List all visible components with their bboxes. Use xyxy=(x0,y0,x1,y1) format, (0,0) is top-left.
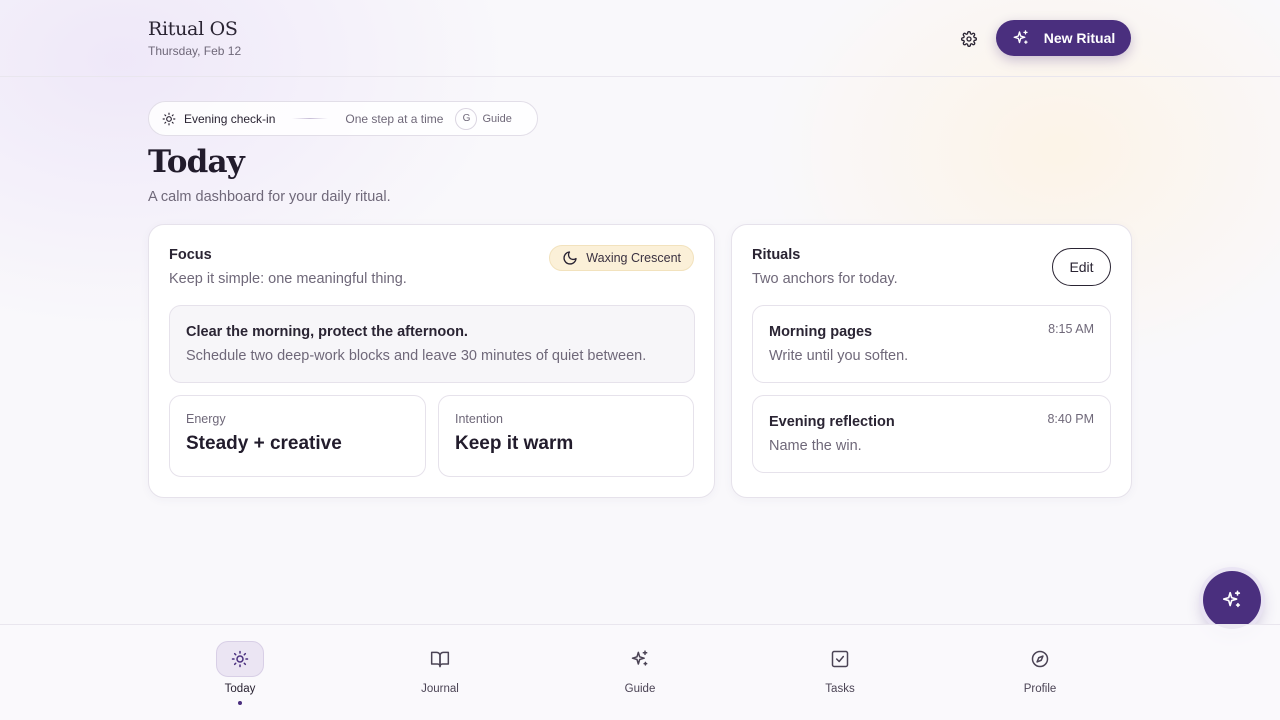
moon-phase-badge: Waxing Crescent xyxy=(549,245,694,271)
nav-item-profile[interactable]: Profile xyxy=(980,641,1100,709)
shortcut-label: Guide xyxy=(482,112,512,125)
guide-fab[interactable] xyxy=(1203,571,1261,629)
book-icon xyxy=(416,641,464,677)
energy-label: Energy xyxy=(186,412,226,426)
rituals-title: Rituals xyxy=(752,247,801,263)
focus-detail-text: Schedule two deep-work blocks and leave … xyxy=(186,348,647,364)
focus-title: Focus xyxy=(169,247,212,263)
sun-icon xyxy=(162,112,176,126)
bottom-nav: Today Journal Guide Tasks Profile xyxy=(0,624,1280,720)
rituals-card: Rituals Two anchors for today. Edit Morn… xyxy=(731,224,1132,498)
ritual-time: 8:15 AM xyxy=(1048,322,1094,336)
app-title: Ritual OS xyxy=(148,18,238,40)
energy-value: Steady + creative xyxy=(186,433,342,454)
ritual-name: Evening reflection xyxy=(769,414,895,430)
intention-stat: Intention Keep it warm xyxy=(438,395,694,477)
nav-label: Guide xyxy=(624,683,656,695)
edit-rituals-button[interactable]: Edit xyxy=(1052,248,1111,286)
focus-card: Focus Keep it simple: one meaningful thi… xyxy=(148,224,715,498)
nav-item-tasks[interactable]: Tasks xyxy=(780,641,900,709)
evening-checkin-pill[interactable]: Evening check-in One step at a time G Gu… xyxy=(148,101,538,136)
moon-phase-label: Waxing Crescent xyxy=(586,251,681,265)
sparkles-icon xyxy=(1222,590,1241,608)
focus-main-text: Clear the morning, protect the afternoon… xyxy=(186,324,468,340)
ritual-item[interactable]: Morning pages Write until you soften. 8:… xyxy=(752,305,1111,383)
focus-subtitle: Keep it simple: one meaningful thing. xyxy=(169,271,407,287)
top-bar: Ritual OS Thursday, Feb 12 New Ritual xyxy=(0,0,1280,77)
shortcut-key: G xyxy=(455,107,478,130)
ritual-item[interactable]: Evening reflection Name the win. 8:40 PM xyxy=(752,395,1111,473)
nav-label: Today xyxy=(224,683,256,695)
nav-label: Tasks xyxy=(825,683,855,695)
nav-item-today[interactable]: Today xyxy=(180,641,300,709)
page-subtitle: A calm dashboard for your daily ritual. xyxy=(148,189,391,205)
current-date: Thursday, Feb 12 xyxy=(148,44,242,58)
nav-item-journal[interactable]: Journal xyxy=(380,641,500,709)
checkbox-icon xyxy=(816,641,864,677)
settings-button[interactable] xyxy=(956,26,982,52)
checkin-subtitle: One step at a time xyxy=(345,111,444,126)
checkin-label: Evening check-in xyxy=(184,111,276,126)
intention-label: Intention xyxy=(455,412,503,426)
focus-item[interactable]: Clear the morning, protect the afternoon… xyxy=(169,305,695,383)
sparkles-icon xyxy=(1013,30,1028,44)
energy-stat: Energy Steady + creative xyxy=(169,395,426,477)
rituals-subtitle: Two anchors for today. xyxy=(752,271,898,287)
sun-icon xyxy=(216,641,264,677)
ritual-name: Morning pages xyxy=(769,324,873,340)
moon-icon xyxy=(563,251,577,265)
ritual-note: Name the win. xyxy=(769,438,862,454)
pill-divider xyxy=(292,118,329,119)
new-ritual-button[interactable]: New Ritual xyxy=(996,20,1131,56)
nav-item-guide[interactable]: Guide xyxy=(580,641,700,709)
compass-icon xyxy=(1016,641,1064,677)
brand: Ritual OS Thursday, Feb 12 xyxy=(148,18,241,58)
active-indicator xyxy=(238,701,242,705)
gear-icon xyxy=(961,31,977,47)
page-title: Today xyxy=(148,144,245,180)
new-ritual-label: New Ritual xyxy=(1043,30,1116,46)
ritual-time: 8:40 PM xyxy=(1047,412,1094,426)
nav-label: Journal xyxy=(421,683,459,695)
ritual-note: Write until you soften. xyxy=(769,348,909,364)
intention-value: Keep it warm xyxy=(455,433,574,454)
sparkles-icon xyxy=(616,641,664,677)
nav-label: Profile xyxy=(1023,683,1057,695)
